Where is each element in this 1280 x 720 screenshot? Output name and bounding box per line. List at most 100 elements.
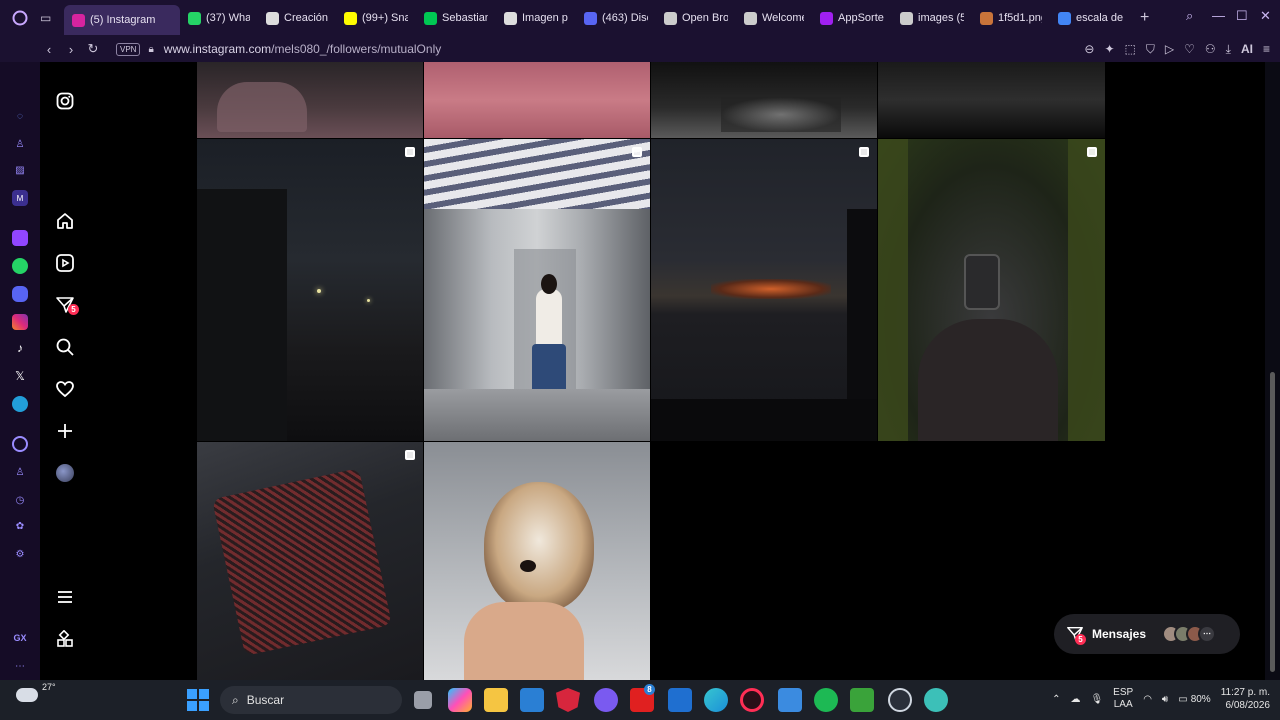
profile-avatar[interactable] [54, 462, 76, 484]
vpn-badge[interactable]: VPN [116, 42, 141, 56]
opera-logo-icon[interactable] [0, 10, 40, 26]
browser-tab[interactable]: images (5 [892, 0, 972, 36]
battery-indicator[interactable]: ▭ 80% [1178, 694, 1210, 705]
browser-tab[interactable]: Sebastian [416, 0, 496, 36]
edge-icon[interactable] [704, 688, 728, 712]
ai-button[interactable]: AI [1241, 42, 1253, 57]
snapshot-icon[interactable]: ⬚ [1125, 42, 1136, 57]
profile-icon[interactable]: ⚇ [1205, 42, 1216, 57]
windows-start-icon[interactable] [186, 688, 210, 712]
browser-icon[interactable] [924, 688, 948, 712]
post-tile[interactable] [878, 62, 1105, 138]
browser-tab[interactable]: (5) Instagram [64, 5, 180, 35]
browser-tab[interactable]: Imagen pa [496, 0, 576, 36]
task-view-icon[interactable] [414, 691, 432, 709]
x-icon[interactable]: 𝕏 [12, 368, 28, 384]
twitch-icon[interactable] [12, 230, 28, 246]
post-tile[interactable] [651, 139, 877, 441]
search-icon[interactable] [54, 336, 76, 358]
minimize-button[interactable]: — [1212, 8, 1225, 23]
post-tile[interactable] [424, 139, 650, 441]
lock-icon[interactable]: 🔒︎ [148, 44, 153, 55]
post-tile[interactable] [197, 62, 423, 138]
opera-gx-icon[interactable] [740, 688, 764, 712]
steam-icon[interactable] [888, 688, 912, 712]
bookmarks-icon[interactable]: ♙ [12, 464, 28, 480]
mail-icon[interactable]: 8 [630, 684, 655, 712]
browser-tab[interactable]: (99+) Sna [336, 0, 416, 36]
post-tile[interactable] [878, 139, 1105, 441]
minecraft-icon[interactable] [850, 688, 874, 712]
messages-button[interactable]: 5 Mensajes ⋯ [1054, 614, 1240, 654]
history-icon[interactable]: ◷ [12, 492, 28, 508]
url-field[interactable]: www.instagram.com/mels080_/followers/mut… [164, 42, 441, 56]
volume-icon[interactable]: 🔊︎ [1162, 694, 1168, 705]
more-menu-icon[interactable] [54, 586, 76, 608]
antivirus-icon[interactable] [556, 688, 580, 712]
instagram-logo-icon[interactable] [54, 90, 76, 112]
post-tile[interactable] [424, 442, 650, 680]
browser-tab[interactable]: (37) What [180, 0, 258, 36]
browser-tab[interactable]: 1f5d1.png [972, 0, 1050, 36]
pin-icon[interactable]: ✦ [1104, 42, 1114, 57]
pinboard-icon[interactable]: ▨ [12, 162, 28, 178]
messages-nav-icon[interactable]: 5 [54, 294, 79, 316]
browser-tab[interactable]: escala de [1050, 0, 1134, 36]
extensions-icon[interactable]: ✿ [12, 518, 28, 534]
copilot-icon[interactable] [448, 688, 472, 712]
download-icon[interactable]: ⤓ [1226, 42, 1231, 57]
chevron-up-icon[interactable]: ⌃ [1052, 694, 1060, 705]
gx-icon[interactable]: GX [12, 630, 28, 646]
more-icon[interactable]: ⋯ [12, 658, 28, 674]
paint-icon[interactable] [778, 688, 802, 712]
post-tile[interactable] [197, 139, 423, 441]
whatsapp-icon[interactable] [12, 258, 28, 274]
wifi-icon[interactable]: ◠ [1143, 694, 1152, 705]
spotify-icon[interactable] [814, 688, 838, 712]
forward-button[interactable]: › [60, 42, 82, 57]
browser-tab[interactable]: Open Broa [656, 0, 736, 36]
new-tab-button[interactable]: + [1140, 9, 1149, 27]
page-scrollbar[interactable] [1265, 62, 1280, 680]
back-button[interactable]: ‹ [38, 42, 60, 57]
home-icon[interactable] [54, 210, 76, 232]
weather-widget[interactable]: 27° [16, 682, 56, 702]
post-tile[interactable] [424, 62, 650, 138]
instagram-icon[interactable] [12, 314, 28, 330]
post-tile[interactable] [651, 62, 877, 138]
app-icon[interactable] [594, 688, 618, 712]
tab-overview-icon[interactable]: ▭ [40, 11, 64, 25]
taskbar-search[interactable]: ⌕ Buscar [220, 686, 402, 714]
close-window-button[interactable]: ✕ [1260, 8, 1271, 24]
reload-button[interactable]: ↻ [82, 41, 104, 57]
scrollbar-thumb[interactable] [1270, 372, 1275, 672]
settings-icon[interactable]: ⚙ [12, 546, 28, 562]
create-plus-icon[interactable] [54, 420, 76, 442]
notifications-heart-icon[interactable] [54, 378, 76, 400]
browser-tab[interactable]: Creación [258, 0, 336, 36]
maximize-button[interactable]: ☐ [1236, 8, 1248, 24]
shield-icon[interactable]: ⛉ [1146, 42, 1155, 57]
play-icon[interactable]: ▷ [1165, 42, 1174, 57]
aria-icon[interactable]: ◌ [12, 108, 28, 124]
search-tabs-icon[interactable]: ⌕ [1186, 8, 1193, 24]
discord-icon[interactable] [12, 286, 28, 302]
clock[interactable]: 11:27 p. m. 6/08/2026 [1221, 686, 1270, 712]
m-icon[interactable]: M [12, 190, 28, 206]
outlook-icon[interactable] [668, 688, 692, 712]
reels-icon[interactable] [54, 252, 76, 274]
player-icon[interactable] [12, 436, 28, 452]
file-explorer-icon[interactable] [484, 688, 508, 712]
browser-tab[interactable]: (463) Disc [576, 0, 656, 36]
heart-icon[interactable]: ♡ [1184, 42, 1195, 57]
zoom-icon[interactable]: ⊖ [1084, 42, 1094, 57]
store-icon[interactable] [520, 688, 544, 712]
workspace-icon[interactable]: ♙ [12, 136, 28, 152]
tiktok-icon[interactable]: ♪ [12, 340, 28, 356]
onedrive-icon[interactable]: ☁ [1070, 694, 1080, 705]
menu-icon[interactable]: ≡ [1263, 42, 1270, 57]
post-tile[interactable] [197, 442, 423, 680]
browser-tab[interactable]: Welcome [736, 0, 812, 36]
language-indicator[interactable]: ESP LAA [1113, 687, 1133, 711]
microphone-icon[interactable]: 🎙︎ [1090, 694, 1103, 705]
